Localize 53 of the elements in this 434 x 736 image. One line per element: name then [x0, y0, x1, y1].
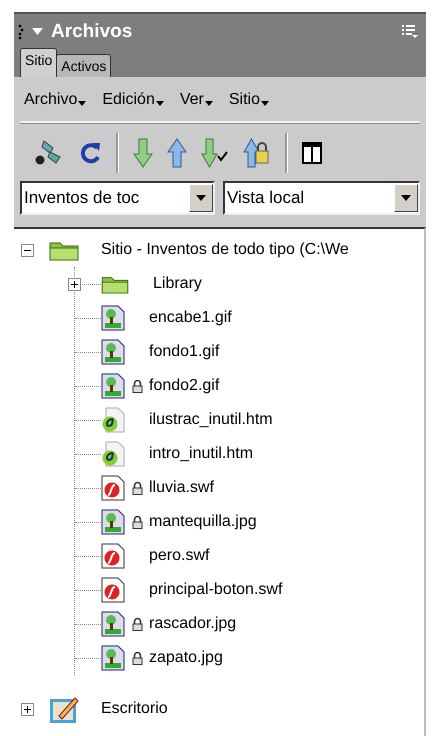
tab[interactable]: Sitio — [20, 48, 58, 77]
expand-icon[interactable] — [21, 702, 34, 716]
image-file-icon — [101, 611, 125, 637]
folder-icon — [101, 274, 129, 294]
collapse-arrow-icon[interactable] — [32, 28, 43, 35]
down-arrow-icon[interactable] — [133, 138, 153, 168]
flash-file-icon — [101, 475, 125, 501]
caret-icon — [260, 100, 269, 106]
tree-item[interactable]: pero.swf — [149, 547, 210, 565]
expand-icon[interactable] — [68, 278, 81, 291]
flash-file-icon — [101, 577, 125, 603]
caret-icon — [196, 195, 206, 201]
menu-button[interactable]: Sitio — [228, 91, 269, 109]
tree-item[interactable]: ilustrac_inutil.htm — [149, 411, 273, 429]
tree-item[interactable]: fondo2.gif — [149, 377, 220, 395]
tree-item[interactable]: encabe1.gif — [149, 309, 232, 327]
document-icon — [101, 441, 125, 467]
caret-icon — [401, 195, 411, 201]
image-file-icon — [101, 339, 125, 365]
tree-item[interactable]: zapato.jpg — [149, 649, 223, 667]
caret-icon — [78, 100, 86, 106]
document-icon — [101, 407, 125, 433]
panel-title: Archivos — [51, 20, 132, 42]
image-file-icon — [101, 373, 125, 399]
view-dropdown[interactable]: Vista local — [223, 181, 420, 215]
tree-item[interactable]: principal-boton.swf — [149, 581, 282, 599]
site-dropdown[interactable]: Inventos de toc — [20, 181, 215, 215]
menu-button[interactable]: Archivo — [24, 91, 86, 109]
caret-icon — [156, 100, 164, 106]
flash-file-icon — [101, 543, 125, 569]
image-file-icon — [101, 305, 125, 331]
image-file-icon — [101, 509, 125, 535]
tree-item[interactable]: intro_inutil.htm — [149, 445, 254, 463]
up-arrow-icon[interactable] — [167, 138, 187, 168]
options-menu-icon[interactable] — [402, 24, 418, 38]
tree-item[interactable]: Sitio - Inventos de todo tipo (C:\We — [101, 241, 349, 259]
panel-layout-icon[interactable] — [302, 142, 322, 164]
refresh-icon[interactable] — [78, 140, 102, 166]
menu-button[interactable]: Edición — [102, 91, 164, 109]
collapse-icon[interactable] — [21, 244, 34, 256]
tree-item[interactable]: Library — [153, 275, 202, 293]
down-arrow-check-icon[interactable] — [201, 138, 229, 168]
tree-item[interactable]: fondo1.gif — [149, 343, 220, 361]
up-arrow-lock-icon[interactable] — [243, 138, 271, 168]
caret-icon — [204, 100, 213, 106]
image-file-icon — [101, 645, 125, 671]
tree-item[interactable]: Escritorio — [101, 700, 168, 718]
menu-button[interactable]: Ver — [180, 91, 213, 109]
tab[interactable]: Activos — [56, 54, 112, 77]
tree-item[interactable]: lluvia.swf — [149, 479, 214, 497]
tree-item[interactable]: rascador.jpg — [149, 615, 236, 633]
grip-icon[interactable] — [18, 24, 24, 40]
tree-item[interactable]: mantequilla.jpg — [149, 513, 257, 531]
